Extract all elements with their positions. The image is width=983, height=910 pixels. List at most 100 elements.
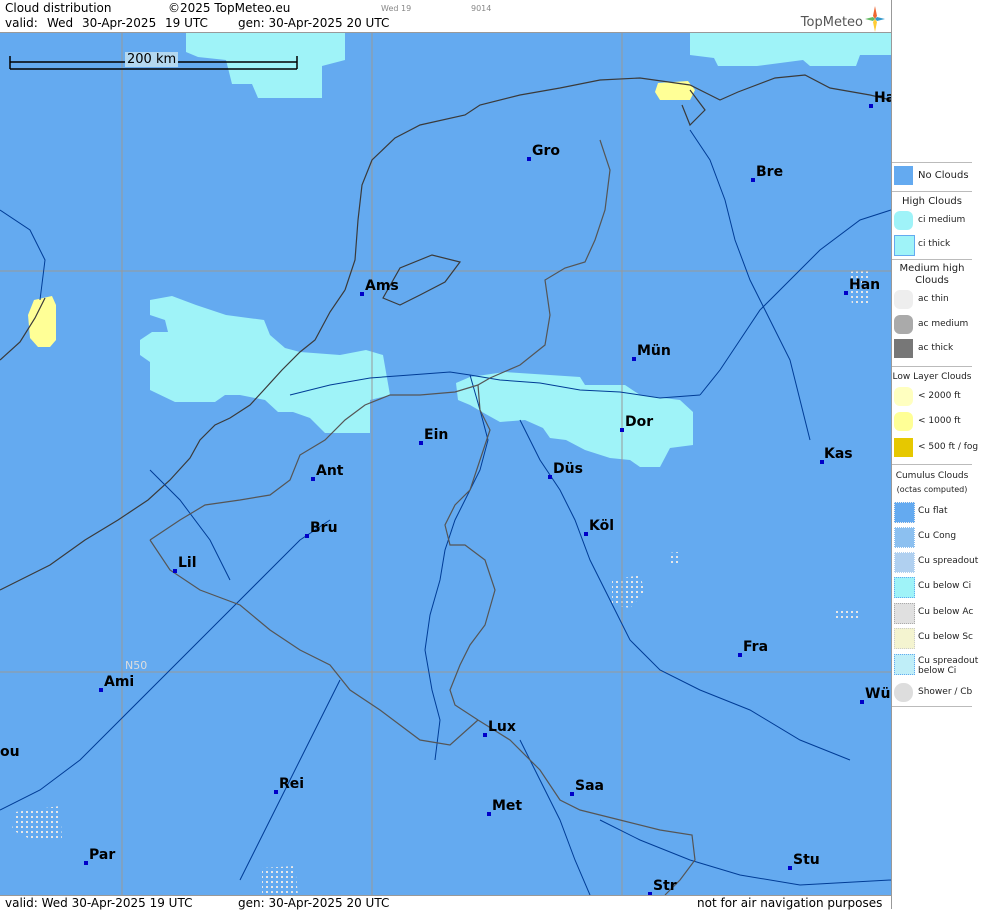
city-label: Stu xyxy=(793,852,820,868)
ci-thick-swatch xyxy=(894,235,915,256)
low-2000-swatch xyxy=(894,387,913,406)
copyright: ©2025 TopMeteo.eu xyxy=(168,1,291,15)
city-label: Dor xyxy=(625,414,654,430)
ac-medium-swatch xyxy=(894,315,913,334)
ci-area-east xyxy=(456,372,693,467)
coastlines xyxy=(0,74,891,591)
city-marker xyxy=(860,700,864,704)
valid-label: valid: xyxy=(5,16,38,30)
city-label: Han xyxy=(849,277,881,293)
footer-notice: not for air navigation purposes xyxy=(697,896,883,910)
rivers xyxy=(0,129,891,895)
low-1000-swatch xyxy=(894,412,913,431)
city-label: Saa xyxy=(575,778,604,794)
city-label: Wü xyxy=(865,686,891,702)
logo-text: TopMeteo xyxy=(800,15,863,30)
ci-area-north xyxy=(186,33,345,98)
city-marker xyxy=(274,790,278,794)
legend-panel: No Clouds High Clouds ci medium ci thick… xyxy=(891,0,983,909)
city-label: Mün xyxy=(637,343,671,359)
shower-swatch xyxy=(894,683,913,702)
city-label: ou xyxy=(0,744,20,760)
scale-label: 200 km xyxy=(125,52,179,67)
cumulus-areas xyxy=(12,270,870,895)
city-label: Bre xyxy=(756,164,784,180)
weather-map[interactable]: 200 km N50 Gro Bre Ha Ams Han Mün Dor Ei… xyxy=(0,33,891,895)
city-marker xyxy=(632,357,636,361)
legend-cu-heading: Cumulus Clouds xyxy=(895,471,969,481)
low-cloud-areas xyxy=(28,81,695,347)
legend-medium-heading: Medium high Clouds xyxy=(899,263,965,286)
map-canvas xyxy=(0,33,891,895)
city-marker xyxy=(844,291,848,295)
cu-spread-swatch xyxy=(894,552,915,573)
city-label: Bru xyxy=(310,520,338,536)
city-label: Ams xyxy=(365,278,399,294)
city-label: Düs xyxy=(553,461,583,477)
map-header: Cloud distribution ©2025 TopMeteo.eu Wed… xyxy=(0,0,891,33)
footer-gen: gen: 30-Apr-2025 20 UTC xyxy=(238,896,390,910)
legend-high-heading: High Clouds xyxy=(902,196,962,207)
cu-below-ci-swatch xyxy=(894,577,915,598)
latitude-label: N50 xyxy=(125,659,148,672)
city-label: Str xyxy=(653,878,677,894)
city-marker xyxy=(173,569,177,573)
cu-flat-swatch xyxy=(894,502,915,523)
city-marker xyxy=(99,688,103,692)
city-label: Fra xyxy=(743,639,769,655)
valid-day: Wed xyxy=(47,16,74,30)
city-label: Met xyxy=(492,798,523,814)
city-marker xyxy=(487,812,491,816)
city-label: Par xyxy=(89,847,116,863)
city-label: Lux xyxy=(488,719,516,735)
cu-below-sc-swatch xyxy=(894,628,915,649)
city-marker xyxy=(738,653,742,657)
city-label: Rei xyxy=(279,776,305,792)
city-label: Köl xyxy=(589,518,615,534)
ci-medium-swatch xyxy=(894,211,913,230)
city-marker xyxy=(788,866,792,870)
small-day-label: Wed 19 xyxy=(381,4,412,13)
legend-cu-sub: (octas computed) xyxy=(896,485,968,494)
compass-star-icon xyxy=(865,6,885,32)
city-label: Ami xyxy=(104,674,135,690)
small-code-label: 9014 xyxy=(471,4,492,13)
city-marker xyxy=(483,733,487,737)
city-marker xyxy=(84,861,88,865)
valid-date: 30-Apr-2025 xyxy=(82,16,157,30)
map-title: Cloud distribution xyxy=(5,1,112,15)
city-label: Ha xyxy=(874,90,891,106)
ci-area-northeast xyxy=(690,33,891,66)
low-area-north xyxy=(655,81,695,100)
cu-below-ac-swatch xyxy=(894,603,915,624)
city-label: Lil xyxy=(178,555,197,571)
legend-low-heading: Low Layer Clouds xyxy=(892,372,972,382)
city-marker xyxy=(305,534,309,538)
city-label: Kas xyxy=(824,446,853,462)
ac-thin-swatch xyxy=(894,290,913,309)
cu-cong-swatch xyxy=(894,527,915,548)
topmeteo-logo[interactable]: TopMeteo xyxy=(785,6,885,32)
city-marker xyxy=(620,428,624,432)
city-marker xyxy=(360,292,364,296)
city-marker xyxy=(869,104,873,108)
gen-info: gen: 30-Apr-2025 20 UTC xyxy=(238,16,390,30)
city-marker xyxy=(570,792,574,796)
no-clouds-swatch xyxy=(894,166,913,185)
map-footer: valid: Wed 30-Apr-2025 19 UTC gen: 30-Ap… xyxy=(0,895,891,910)
ci-area-central xyxy=(140,296,390,433)
low-500-swatch xyxy=(894,438,913,457)
city-label: Gro xyxy=(532,143,561,159)
footer-valid: valid: Wed 30-Apr-2025 19 UTC xyxy=(5,896,193,910)
city-marker xyxy=(311,477,315,481)
valid-time: 19 UTC xyxy=(165,16,208,30)
ac-thick-swatch xyxy=(894,339,913,358)
cu-spread-ci-swatch xyxy=(894,654,915,675)
city-marker xyxy=(751,178,755,182)
city-marker xyxy=(584,532,588,536)
lat-lon-grid xyxy=(0,33,891,895)
city-marker xyxy=(419,441,423,445)
city-label: Ein xyxy=(424,427,449,443)
city-label: Ant xyxy=(316,463,344,479)
city-marker xyxy=(548,475,552,479)
